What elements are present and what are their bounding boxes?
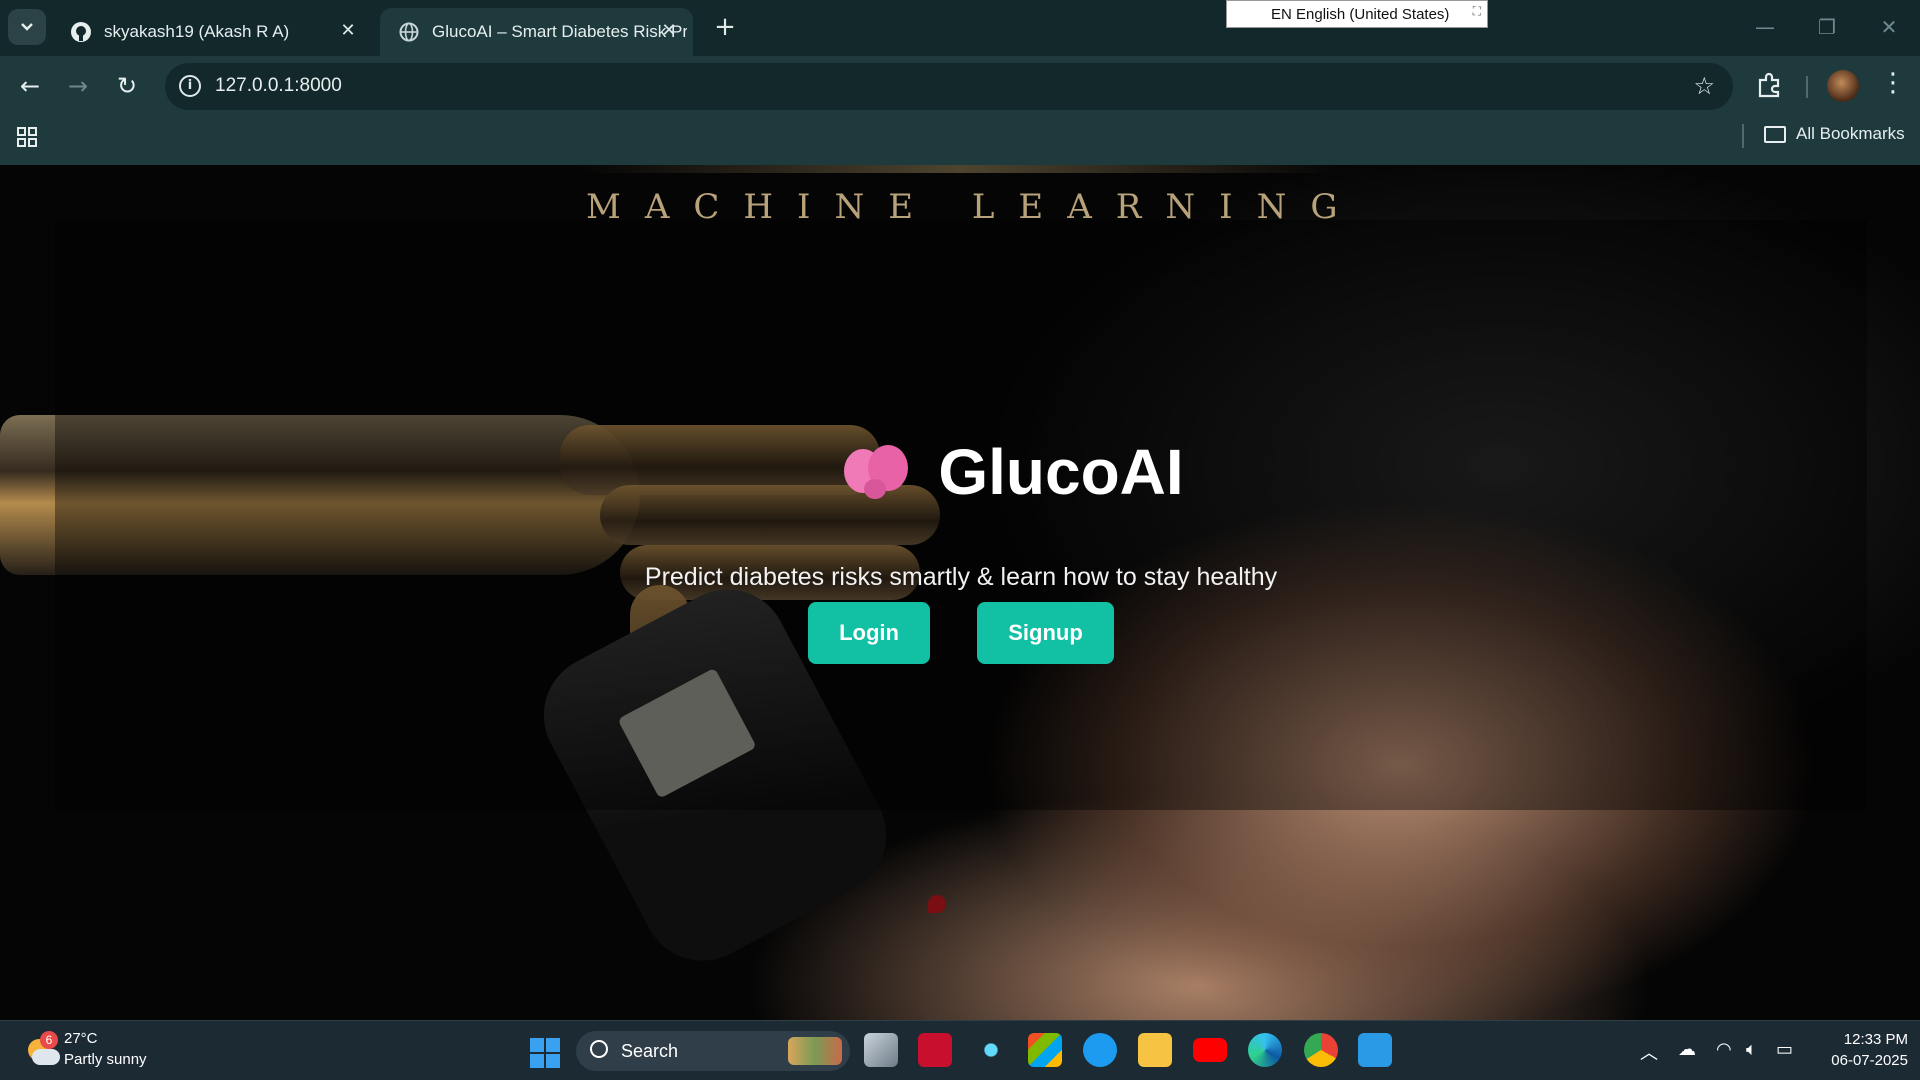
new-tab-button[interactable]: +	[710, 12, 740, 42]
weather-badge: 6	[40, 1031, 58, 1049]
hero-section: MACHINE LEARNING GlucoAI Predict diabete…	[0, 165, 1920, 1020]
browser-chrome: skyakash19 (Akash R A) ✕ GlucoAI – Smart…	[0, 0, 1920, 165]
chevron-down-icon	[21, 23, 33, 31]
bookmarks-bar: All Bookmarks	[0, 116, 1920, 164]
vscode-icon[interactable]	[1358, 1033, 1392, 1067]
docker-icon[interactable]	[1083, 1033, 1117, 1067]
tab-title: skyakash19 (Akash R A)	[104, 22, 290, 41]
system-clock[interactable]: 12:33 PM 06-07-2025	[1818, 1029, 1908, 1071]
site-info-icon[interactable]: i	[179, 75, 201, 97]
tab-search-button[interactable]	[8, 9, 46, 45]
wifi-icon[interactable]: ◠	[1716, 1039, 1732, 1060]
weather-temp[interactable]: 27°C	[64, 1030, 98, 1047]
taskbar-search[interactable]: Search	[576, 1031, 850, 1071]
reload-icon[interactable]: ↻	[111, 70, 143, 102]
restore-icon[interactable]: ❐	[1812, 12, 1842, 42]
brand-heading: GlucoAI	[0, 435, 1920, 509]
blood-drop-image	[928, 895, 946, 913]
react-icon[interactable]	[974, 1033, 1008, 1067]
store-icon[interactable]	[1028, 1033, 1062, 1067]
back-icon[interactable]: ←	[14, 70, 46, 102]
clock-date: 06-07-2025	[1831, 1052, 1908, 1069]
task-view-icon[interactable]	[864, 1033, 898, 1067]
chevron-up-icon[interactable]: ︿	[1640, 1039, 1658, 1065]
extensions-icon[interactable]	[1754, 70, 1784, 100]
minimize-icon[interactable]: —	[1750, 12, 1780, 42]
weather-condition[interactable]: Partly sunny	[64, 1051, 147, 1068]
browser-toolbar: ← → ↻ i 127.0.0.1:8000 ☆ ⋮	[0, 56, 1920, 116]
tab-strip: skyakash19 (Akash R A) ✕ GlucoAI – Smart…	[0, 0, 1920, 56]
search-label: Search	[621, 1041, 679, 1061]
hero-tagline: Predict diabetes risks smartly & learn h…	[644, 563, 1278, 591]
mcafee-icon[interactable]	[918, 1033, 952, 1067]
url-text[interactable]: 127.0.0.1:8000	[215, 75, 342, 97]
battery-icon[interactable]: ▭	[1776, 1039, 1793, 1060]
bookmark-star-icon[interactable]: ☆	[1693, 72, 1715, 100]
window-close-icon[interactable]: ✕	[1874, 12, 1904, 42]
tab-glucoai[interactable]: GlucoAI – Smart Diabetes Risk Predictor …	[380, 8, 693, 56]
windows-start-icon[interactable]	[530, 1038, 560, 1068]
brand-name: GlucoAI	[938, 436, 1184, 508]
language-label: EN English (United States)	[1271, 5, 1450, 23]
address-bar[interactable]: i 127.0.0.1:8000 ☆	[165, 63, 1733, 110]
tab-github[interactable]: skyakash19 (Akash R A) ✕	[52, 8, 372, 56]
globe-icon	[398, 21, 420, 43]
youtube-icon[interactable]	[1193, 1038, 1227, 1062]
close-icon[interactable]: ✕	[338, 21, 358, 41]
github-icon	[70, 21, 92, 43]
all-bookmarks-button[interactable]: All Bookmarks	[1764, 124, 1905, 144]
hero-overlay	[55, 220, 1867, 810]
edge-icon[interactable]	[1248, 1033, 1282, 1067]
volume-icon[interactable]: 🔈︎	[1746, 1039, 1757, 1060]
weather-icon[interactable]: 6	[24, 1031, 60, 1069]
more-menu-icon[interactable]: ⋮	[1880, 68, 1906, 98]
bookmarks-divider	[1742, 124, 1744, 148]
all-bookmarks-label: All Bookmarks	[1796, 124, 1905, 143]
search-icon	[590, 1040, 608, 1058]
windows-taskbar: 6 27°C Partly sunny Search ︿ ☁ ◠ 🔈︎ ▭ 12…	[0, 1020, 1920, 1080]
language-bar[interactable]: EN English (United States) ⛶	[1226, 0, 1488, 28]
brain-icon	[844, 443, 910, 501]
forward-icon[interactable]: →	[62, 70, 94, 102]
apps-grid-icon[interactable]	[16, 126, 38, 148]
resize-icon[interactable]: ⛶	[1473, 4, 1481, 19]
file-explorer-icon[interactable]	[1138, 1033, 1172, 1067]
folder-icon	[1764, 125, 1786, 143]
onedrive-icon[interactable]: ☁	[1678, 1039, 1696, 1060]
close-icon[interactable]: ✕	[659, 21, 679, 41]
login-button[interactable]: Login	[808, 602, 930, 664]
search-highlight-image	[788, 1037, 842, 1065]
clock-time: 12:33 PM	[1843, 1031, 1908, 1048]
chrome-icon[interactable]	[1304, 1033, 1338, 1067]
profile-avatar[interactable]	[1827, 70, 1859, 102]
toolbar-divider	[1806, 76, 1808, 98]
signup-button[interactable]: Signup	[977, 602, 1114, 664]
banner-title-fragment	[580, 165, 1340, 173]
tab-title: GlucoAI – Smart Diabetes Risk Predictor	[432, 22, 687, 41]
